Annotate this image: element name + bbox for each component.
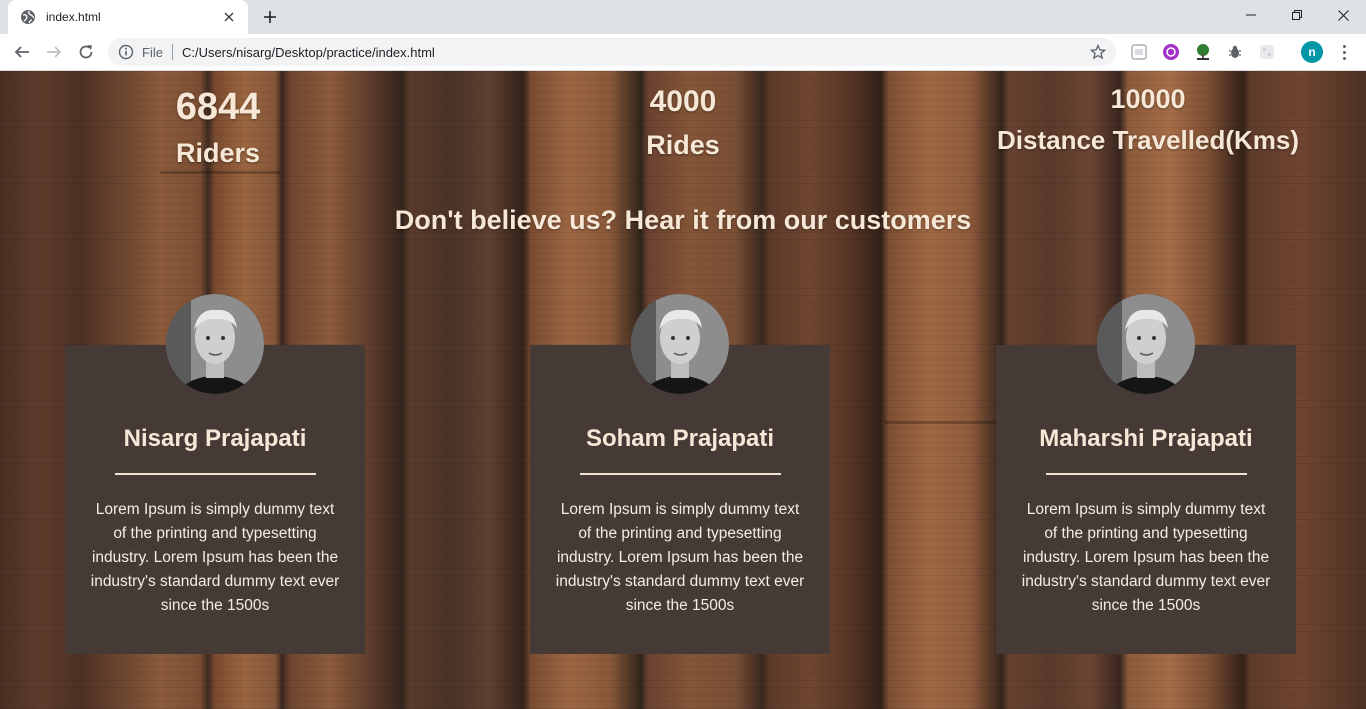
window-controls: [1228, 0, 1366, 30]
url-text[interactable]: C:/Users/nisarg/Desktop/practice/index.h…: [182, 45, 1084, 60]
customer-name: Nisarg Prajapati: [123, 425, 307, 452]
testimonial-text: Lorem Ipsum is simply dummy text of the …: [555, 501, 805, 614]
extension-tree-icon[interactable]: [1194, 43, 1212, 61]
stat-label: Rides: [646, 130, 720, 160]
extension-pocket-icon[interactable]: [1130, 43, 1148, 61]
testimonials-heading: Don't believe us? Hear it from our custo…: [394, 205, 972, 235]
info-icon[interactable]: [118, 44, 134, 60]
reload-icon: [79, 45, 93, 59]
customer-photo: [1097, 294, 1195, 394]
name-divider: [115, 473, 316, 475]
testimonial-card: Maharshi Prajapati Lorem Ipsum is simply…: [996, 294, 1296, 654]
reload-button[interactable]: [72, 38, 100, 66]
stat-rides: 4000 Rides: [583, 83, 783, 169]
stat-value: 6844: [175, 86, 261, 128]
name-divider: [580, 473, 781, 475]
stat-label: Riders: [175, 138, 261, 168]
close-tab-icon[interactable]: [220, 8, 238, 26]
stat-riders: 6844 Riders: [118, 85, 318, 177]
testimonial-card: Soham Prajapati Lorem Ipsum is simply du…: [530, 294, 830, 654]
customer-photo: [166, 294, 264, 394]
tab-strip: index.html: [0, 0, 1366, 34]
customer-name: Soham Prajapati: [585, 425, 775, 452]
address-bar[interactable]: File C:/Users/nisarg/Desktop/practice/in…: [108, 38, 1116, 66]
bug-icon[interactable]: [1226, 43, 1244, 61]
bookmark-star-icon[interactable]: [1084, 38, 1112, 66]
arrow-left-icon: [14, 46, 29, 58]
minimize-icon: [1246, 14, 1256, 16]
profile-avatar[interactable]: n: [1301, 41, 1323, 63]
customer-photo: [631, 294, 729, 394]
omnibox-divider: [171, 44, 173, 60]
minimize-button[interactable]: [1228, 0, 1274, 30]
browser-tab[interactable]: index.html: [8, 0, 248, 34]
stat-distance: 10000 Distance Travelled(Kms): [948, 81, 1348, 163]
extension-purple-icon[interactable]: [1162, 43, 1180, 61]
extension-grid-icon[interactable]: [1258, 43, 1276, 61]
back-button[interactable]: [8, 38, 36, 66]
arrow-right-icon: [47, 46, 62, 58]
new-tab-button[interactable]: [258, 6, 282, 28]
page-viewport: 6844 Riders 4000 Rides 10000 Distance Tr…: [0, 71, 1366, 709]
forward-button[interactable]: [40, 38, 68, 66]
close-window-button[interactable]: [1320, 0, 1366, 30]
plus-icon: [264, 11, 276, 23]
testimonial-text: Lorem Ipsum is simply dummy text of the …: [1021, 501, 1271, 614]
menu-kebab-icon[interactable]: [1334, 41, 1354, 63]
name-divider: [1046, 473, 1247, 475]
tab-title: index.html: [46, 10, 101, 24]
testimonial-card: Nisarg Prajapati Lorem Ipsum is simply d…: [65, 294, 365, 654]
close-icon: [1337, 9, 1349, 21]
globe-icon: [20, 9, 36, 25]
restore-button[interactable]: [1274, 0, 1320, 30]
url-scheme-label: File: [142, 44, 163, 60]
testimonial-text: Lorem Ipsum is simply dummy text of the …: [90, 501, 340, 614]
restore-icon: [1292, 10, 1302, 20]
stat-value: 10000: [1110, 84, 1186, 114]
customer-name: Maharshi Prajapati: [1039, 425, 1253, 452]
browser-toolbar: File C:/Users/nisarg/Desktop/practice/in…: [0, 34, 1366, 71]
stat-value: 4000: [649, 85, 717, 118]
stat-label: Distance Travelled(Kms): [996, 125, 1299, 155]
